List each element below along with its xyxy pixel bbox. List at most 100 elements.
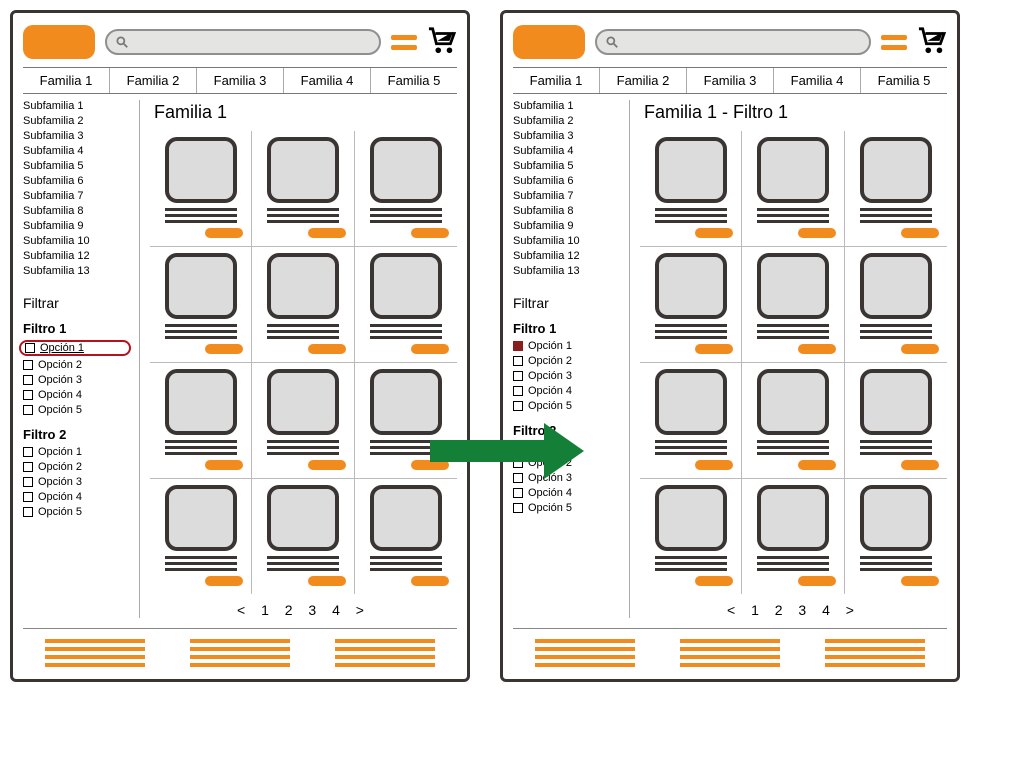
price-button[interactable] [901,460,939,470]
price-button[interactable] [901,344,939,354]
price-button[interactable] [901,576,939,586]
filter-option[interactable]: Opción 2 [513,355,621,367]
subfamily-link[interactable]: Subfamilia 8 [513,205,621,217]
subfamily-link[interactable]: Subfamilia 5 [513,160,621,172]
subfamily-link[interactable]: Subfamilia 8 [23,205,131,217]
price-button[interactable] [798,460,836,470]
subfamily-link[interactable]: Subfamilia 6 [23,175,131,187]
subfamily-link[interactable]: Subfamilia 7 [513,190,621,202]
nav-tab[interactable]: Familia 4 [284,68,371,93]
nav-tab[interactable]: Familia 1 [23,68,110,93]
nav-tab[interactable]: Familia 3 [197,68,284,93]
logo[interactable] [513,25,585,59]
product-card[interactable] [150,247,252,363]
subfamily-link[interactable]: Subfamilia 12 [513,250,621,262]
price-button[interactable] [695,344,733,354]
subfamily-link[interactable]: Subfamilia 4 [513,145,621,157]
product-card[interactable] [252,363,354,479]
product-card[interactable] [355,131,457,247]
subfamily-link[interactable]: Subfamilia 2 [23,115,131,127]
subfamily-link[interactable]: Subfamilia 13 [513,265,621,277]
menu-icon[interactable] [881,35,907,50]
nav-tab[interactable]: Familia 1 [513,68,600,93]
subfamily-link[interactable]: Subfamilia 6 [513,175,621,187]
product-card[interactable] [150,363,252,479]
price-button[interactable] [798,344,836,354]
price-button[interactable] [205,460,243,470]
subfamily-link[interactable]: Subfamilia 12 [23,250,131,262]
nav-tab[interactable]: Familia 4 [774,68,861,93]
pagination[interactable]: < 1 2 3 4 > [640,602,947,618]
filter-option[interactable]: Opción 4 [23,389,131,401]
filter-option[interactable]: Opción 4 [513,385,621,397]
menu-icon[interactable] [391,35,417,50]
product-card[interactable] [150,479,252,594]
price-button[interactable] [695,460,733,470]
product-card[interactable] [845,131,947,247]
nav-tab[interactable]: Familia 5 [371,68,457,93]
product-card[interactable] [845,247,947,363]
subfamily-link[interactable]: Subfamilia 2 [513,115,621,127]
product-card[interactable] [742,131,844,247]
subfamily-link[interactable]: Subfamilia 7 [23,190,131,202]
nav-tab[interactable]: Familia 3 [687,68,774,93]
subfamily-link[interactable]: Subfamilia 3 [513,130,621,142]
price-button[interactable] [308,460,346,470]
filter-option[interactable]: Opción 4 [513,487,621,499]
price-button[interactable] [411,576,449,586]
product-card[interactable] [252,479,354,594]
product-card[interactable] [252,131,354,247]
filter-option[interactable]: Opción 5 [23,506,131,518]
filter-option[interactable]: Opción 5 [513,502,621,514]
subfamily-link[interactable]: Subfamilia 10 [23,235,131,247]
product-card[interactable] [845,479,947,594]
pagination[interactable]: < 1 2 3 4 > [150,602,457,618]
price-button[interactable] [798,576,836,586]
price-button[interactable] [411,228,449,238]
product-card[interactable] [742,479,844,594]
nav-tab[interactable]: Familia 2 [110,68,197,93]
subfamily-link[interactable]: Subfamilia 3 [23,130,131,142]
product-card[interactable] [150,131,252,247]
subfamily-link[interactable]: Subfamilia 1 [23,100,131,112]
nav-tab[interactable]: Familia 2 [600,68,687,93]
filter-option[interactable]: Opción 3 [23,374,131,386]
product-card[interactable] [742,363,844,479]
nav-tab[interactable]: Familia 5 [861,68,947,93]
product-card[interactable] [355,247,457,363]
logo[interactable] [23,25,95,59]
cart-icon[interactable] [917,26,947,59]
price-button[interactable] [308,576,346,586]
filter-option[interactable]: Opción 1 [19,340,131,356]
price-button[interactable] [308,228,346,238]
price-button[interactable] [205,228,243,238]
subfamily-link[interactable]: Subfamilia 9 [23,220,131,232]
price-button[interactable] [205,576,243,586]
product-card[interactable] [640,247,742,363]
subfamily-link[interactable]: Subfamilia 4 [23,145,131,157]
filter-option[interactable]: Opción 5 [23,404,131,416]
product-card[interactable] [252,247,354,363]
filter-option[interactable]: Opción 1 [23,446,131,458]
search-input[interactable] [105,29,381,55]
price-button[interactable] [901,228,939,238]
product-card[interactable] [845,363,947,479]
price-button[interactable] [411,344,449,354]
product-card[interactable] [640,479,742,594]
price-button[interactable] [695,228,733,238]
search-input[interactable] [595,29,871,55]
subfamily-link[interactable]: Subfamilia 1 [513,100,621,112]
filter-option[interactable]: Opción 5 [513,400,621,412]
subfamily-link[interactable]: Subfamilia 9 [513,220,621,232]
filter-option[interactable]: Opción 2 [23,461,131,473]
filter-option[interactable]: Opción 3 [23,476,131,488]
price-button[interactable] [308,344,346,354]
filter-option[interactable]: Opción 3 [513,370,621,382]
cart-icon[interactable] [427,26,457,59]
filter-option[interactable]: Opción 1 [513,340,621,352]
subfamily-link[interactable]: Subfamilia 5 [23,160,131,172]
subfamily-link[interactable]: Subfamilia 10 [513,235,621,247]
price-button[interactable] [695,576,733,586]
product-card[interactable] [640,363,742,479]
filter-option[interactable]: Opción 4 [23,491,131,503]
